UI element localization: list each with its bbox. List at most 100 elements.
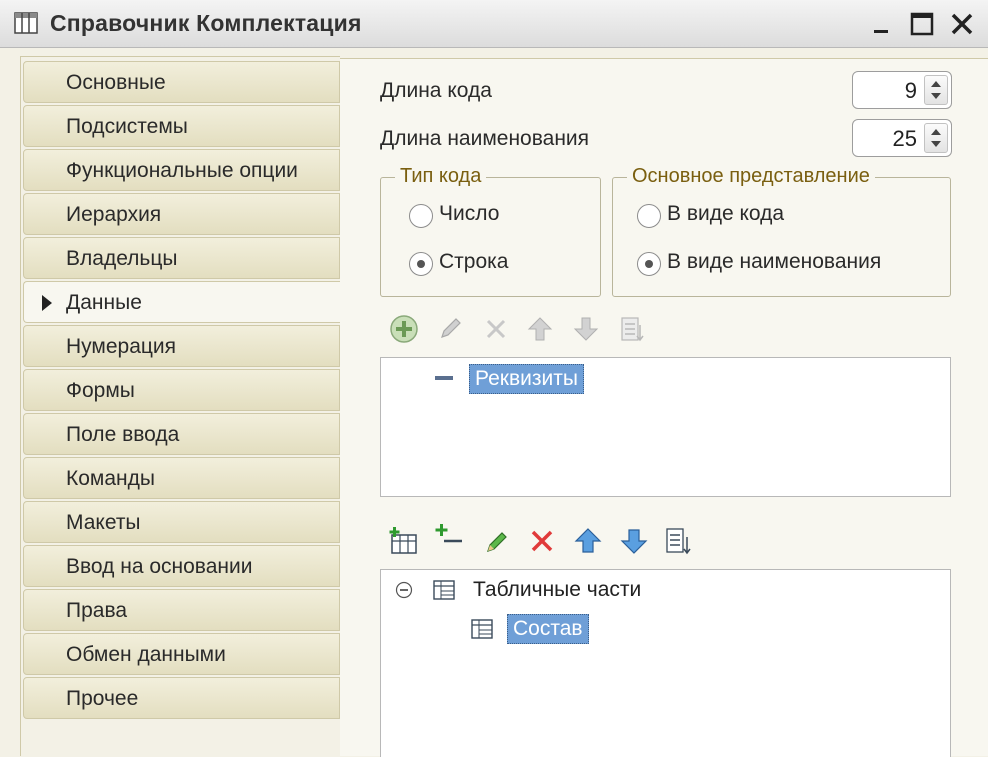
sort-tabular-part-button[interactable] (662, 525, 694, 557)
table-icon (433, 580, 455, 600)
nav-item-label: Нумерация (66, 335, 177, 358)
delete-tabular-part-button[interactable] (526, 525, 558, 557)
code-type-number-radio[interactable] (409, 204, 433, 228)
nav-item-data[interactable]: Данные (23, 281, 343, 323)
main-presentation-group: Основное представление В виде кода В вид… (612, 165, 951, 297)
sections-nav: Основные Подсистемы Функциональные опции… (20, 56, 343, 756)
nav-item-label: Владельцы (66, 247, 178, 270)
add-icon (390, 315, 418, 343)
tabular-parts-tree[interactable]: Табличные части Состав (380, 569, 951, 757)
nav-item-label: Ввод на основании (66, 555, 253, 578)
pencil-icon (487, 532, 507, 552)
minimize-button[interactable] (868, 10, 896, 38)
nav-item-data-exchange[interactable]: Обмен данными (23, 633, 340, 675)
presentation-name-radio[interactable] (637, 252, 661, 276)
presentation-code-radio[interactable] (637, 204, 661, 228)
nav-item-input-based-on[interactable]: Ввод на основании (23, 545, 340, 587)
nav-item-main[interactable]: Основные (23, 61, 340, 103)
delete-attribute-button[interactable] (480, 313, 512, 345)
code-type-string-radio[interactable] (409, 252, 433, 276)
window-title: Справочник Комплектация (50, 10, 362, 36)
nav-item-owners[interactable]: Владельцы (23, 237, 340, 279)
delete-icon (486, 319, 506, 339)
catalog-table-icon (14, 12, 38, 34)
add-column-button[interactable] (434, 521, 466, 553)
edit-attribute-button[interactable] (434, 313, 466, 345)
arrow-up-icon (527, 317, 553, 341)
name-length-field[interactable]: 25 (852, 119, 952, 157)
close-icon (951, 13, 973, 35)
tabular-parts-root-node[interactable]: Табличные части (473, 578, 641, 602)
move-up-attribute-button[interactable] (524, 313, 556, 345)
nav-item-label: Функциональные опции (66, 159, 298, 182)
add-tabular-part-button[interactable] (388, 525, 420, 557)
presentation-code-label: В виде кода (667, 202, 785, 225)
code-length-label: Длина кода (380, 79, 492, 102)
arrow-down-icon (573, 317, 599, 341)
code-length-value: 9 (904, 78, 917, 103)
nav-item-label: Подсистемы (66, 115, 188, 138)
data-panel: Длина кода 9 Длина наименования 25 Тип к… (340, 58, 988, 757)
main-presentation-legend: Основное представление (627, 165, 875, 188)
nav-item-label: Права (66, 599, 128, 622)
nav-item-label: Данные (66, 291, 142, 314)
move-up-tabular-part-button[interactable] (572, 525, 604, 557)
nav-item-label: Основные (66, 71, 166, 94)
name-length-stepper[interactable] (924, 123, 948, 153)
collapse-circle-icon[interactable] (395, 581, 413, 599)
code-length-stepper[interactable] (924, 75, 948, 105)
maximize-button[interactable] (908, 10, 936, 38)
nav-item-rights[interactable]: Права (23, 589, 340, 631)
attributes-root-node[interactable]: Реквизиты (469, 364, 584, 394)
active-arrow-icon (42, 295, 52, 311)
maximize-icon (910, 12, 934, 36)
presentation-name-label: В виде наименования (667, 250, 882, 273)
minimize-icon (874, 30, 888, 33)
spin-up-icon (931, 129, 941, 135)
nav-item-input-field[interactable]: Поле ввода (23, 413, 340, 455)
collapse-dash-icon[interactable] (435, 376, 453, 380)
sort-attribute-button[interactable] (616, 313, 648, 345)
code-type-group: Тип кода Число Строка (380, 165, 601, 297)
spin-up-icon (931, 81, 941, 87)
code-type-string-label: Строка (439, 250, 509, 273)
spin-down-icon (931, 141, 941, 147)
edit-tabular-part-button[interactable] (480, 525, 512, 557)
add-attribute-button[interactable] (388, 313, 420, 345)
delete-icon (531, 530, 553, 552)
code-type-number-label: Число (439, 202, 500, 225)
nav-item-other[interactable]: Прочее (23, 677, 340, 719)
nav-item-functional-options[interactable]: Функциональные опции (23, 149, 340, 191)
spin-down-icon (931, 93, 941, 99)
title-bar: Справочник Комплектация (0, 0, 988, 48)
nav-item-label: Макеты (66, 511, 141, 534)
arrow-up-icon (574, 528, 602, 553)
list-sort-icon (621, 317, 644, 342)
nav-item-label: Обмен данными (66, 643, 226, 666)
nav-item-subsystems[interactable]: Подсистемы (23, 105, 340, 147)
nav-item-label: Прочее (66, 687, 139, 710)
nav-item-numbering[interactable]: Нумерация (23, 325, 340, 367)
code-length-field[interactable]: 9 (852, 71, 952, 109)
move-down-tabular-part-button[interactable] (618, 525, 650, 557)
catalog-window: Справочник Комплектация Основные Подсист… (0, 0, 988, 757)
nav-item-label: Иерархия (66, 203, 162, 226)
nav-item-label: Формы (66, 379, 135, 402)
nav-item-label: Команды (66, 467, 155, 490)
name-length-label: Длина наименования (380, 127, 590, 150)
tabular-part-node-sostav[interactable]: Состав (507, 614, 589, 644)
move-down-attribute-button[interactable] (570, 313, 602, 345)
nav-item-forms[interactable]: Формы (23, 369, 340, 411)
attributes-tree[interactable]: Реквизиты (380, 357, 951, 497)
table-icon (471, 619, 493, 639)
nav-item-label: Поле ввода (66, 423, 180, 446)
pencil-icon (441, 318, 461, 338)
nav-item-templates[interactable]: Макеты (23, 501, 340, 543)
nav-item-commands[interactable]: Команды (23, 457, 340, 499)
add-table-icon (389, 527, 417, 554)
arrow-down-icon (620, 529, 648, 554)
nav-item-hierarchy[interactable]: Иерархия (23, 193, 340, 235)
name-length-value: 25 (892, 126, 917, 151)
list-sort-icon (666, 528, 691, 555)
close-button[interactable] (948, 10, 976, 38)
